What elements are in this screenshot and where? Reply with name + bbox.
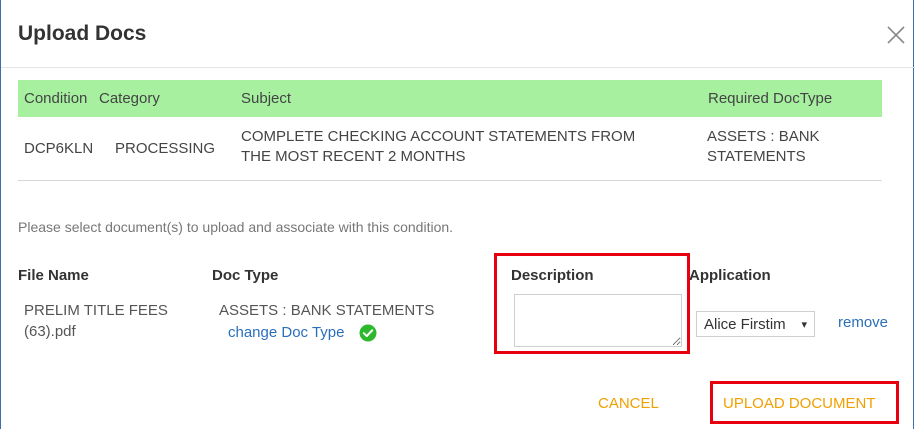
- application-selected-value: Alice Firstim: [704, 316, 786, 333]
- condition-subject-line1: COMPLETE CHECKING ACCOUNT STATEMENTS FRO…: [241, 128, 636, 145]
- condition-category: PROCESSING: [115, 140, 216, 157]
- description-highlight-box: [494, 253, 690, 354]
- upload-instructions: Please select document(s) to upload and …: [18, 219, 454, 235]
- upload-highlight-box: [710, 381, 899, 424]
- condition-code: DCP6KLN: [24, 140, 94, 157]
- header-condition: Condition: [24, 90, 88, 107]
- change-doc-type-link[interactable]: change Doc Type: [228, 324, 344, 341]
- file-name-line1: PRELIM TITLE FEES: [24, 302, 168, 319]
- header-required-doctype: Required DocType: [708, 90, 833, 107]
- header-divider: [1, 67, 915, 68]
- header-category: Category: [99, 90, 160, 107]
- conditions-table-header: Condition Category Subject Required DocT…: [18, 80, 882, 117]
- header-file-name: File Name: [18, 267, 89, 284]
- header-subject: Subject: [241, 90, 292, 107]
- table-divider: [18, 180, 882, 181]
- check-circle-icon: [359, 324, 377, 342]
- remove-link[interactable]: remove: [838, 314, 888, 331]
- header-doc-type: Doc Type: [212, 267, 279, 284]
- upload-docs-dialog: Upload Docs Condition Category Subject R…: [0, 0, 915, 429]
- caret-down-icon: ▾: [801, 319, 807, 331]
- change-doc-type-row: change Doc Type: [228, 323, 377, 343]
- close-icon[interactable]: [885, 24, 907, 46]
- condition-subject-line2: THE MOST RECENT 2 MONTHS: [241, 148, 466, 165]
- required-doctype-line2: STATEMENTS: [707, 148, 806, 165]
- application-select[interactable]: Alice Firstim ▾: [696, 311, 815, 337]
- dialog-title: Upload Docs: [18, 22, 147, 45]
- cancel-button[interactable]: CANCEL: [598, 395, 659, 412]
- required-doctype-line1: ASSETS : BANK: [707, 128, 820, 145]
- file-name-line2: (63).pdf: [24, 323, 76, 340]
- header-application: Application: [689, 267, 771, 284]
- doc-type-value: ASSETS : BANK STATEMENTS: [219, 302, 435, 319]
